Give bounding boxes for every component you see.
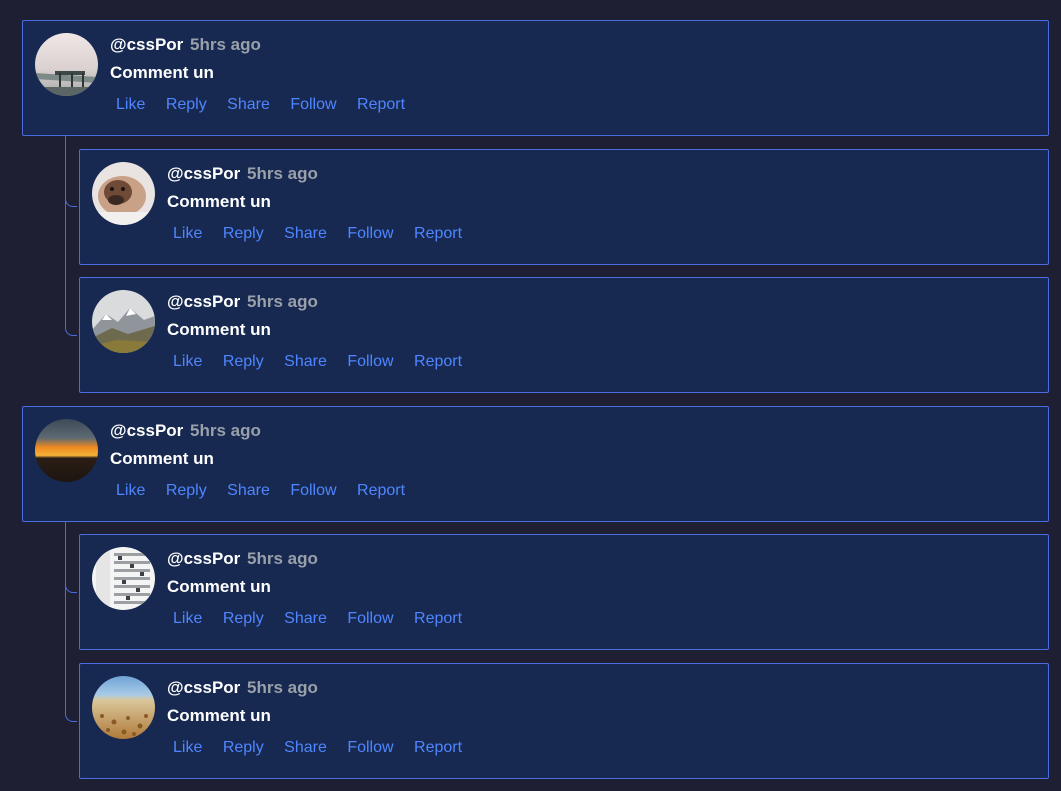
follow-link[interactable]: Follow [347, 353, 393, 370]
share-link[interactable]: Share [284, 225, 327, 242]
avatar-building-photo [92, 547, 155, 610]
reply-card: @cssPor 5hrs ago Comment un Like Reply S… [79, 534, 1049, 650]
avatar-sunset-photo [35, 419, 98, 482]
avatar[interactable] [92, 676, 155, 739]
comment-body: Comment un [110, 449, 214, 468]
report-link[interactable]: Report [414, 225, 462, 242]
comment-timestamp: 5hrs ago [247, 164, 318, 183]
comment-meta: @cssPor 5hrs ago [167, 549, 318, 569]
comment-card: @cssPor 5hrs ago Comment un Like Reply S… [22, 20, 1049, 136]
avatar-mountain-photo [92, 290, 155, 353]
reply-link[interactable]: Reply [223, 610, 264, 627]
avatar[interactable] [92, 162, 155, 225]
reply-link[interactable]: Reply [223, 353, 264, 370]
reply-link[interactable]: Reply [166, 96, 207, 113]
comment-body: Comment un [167, 577, 271, 596]
share-link[interactable]: Share [284, 739, 327, 756]
comment-timestamp: 5hrs ago [190, 35, 261, 54]
like-link[interactable]: Like [173, 225, 202, 242]
report-link[interactable]: Report [357, 482, 405, 499]
thread-connector-line [65, 521, 66, 713]
follow-link[interactable]: Follow [347, 739, 393, 756]
comment-author[interactable]: @cssPor [110, 35, 183, 54]
comment-timestamp: 5hrs ago [247, 292, 318, 311]
comment-author[interactable]: @cssPor [167, 678, 240, 697]
reply-link[interactable]: Reply [223, 739, 264, 756]
reply-card: @cssPor 5hrs ago Comment un Like Reply S… [79, 149, 1049, 265]
comment-timestamp: 5hrs ago [247, 678, 318, 697]
avatar[interactable] [92, 547, 155, 610]
report-link[interactable]: Report [414, 353, 462, 370]
thread-connector-line [65, 135, 66, 327]
comment-author[interactable]: @cssPor [167, 549, 240, 568]
report-link[interactable]: Report [414, 610, 462, 627]
comment-body: Comment un [167, 706, 271, 725]
avatar-pier-photo [35, 33, 98, 96]
comment-meta: @cssPor 5hrs ago [167, 678, 318, 698]
like-link[interactable]: Like [173, 739, 202, 756]
follow-link[interactable]: Follow [347, 610, 393, 627]
comment-body: Comment un [167, 192, 271, 211]
thread-connector-hook [65, 197, 77, 207]
comment-actions: Like Reply Share Follow Report [173, 224, 478, 244]
comment-author[interactable]: @cssPor [167, 164, 240, 183]
comment-actions: Like Reply Share Follow Report [116, 95, 421, 115]
comment-actions: Like Reply Share Follow Report [173, 609, 478, 629]
share-link[interactable]: Share [227, 96, 270, 113]
avatar[interactable] [35, 419, 98, 482]
comment-meta: @cssPor 5hrs ago [167, 292, 318, 312]
share-link[interactable]: Share [284, 353, 327, 370]
comment-meta: @cssPor 5hrs ago [110, 35, 261, 55]
follow-link[interactable]: Follow [290, 96, 336, 113]
avatar-dog-photo [92, 162, 155, 225]
thread-connector-hook [65, 583, 77, 593]
follow-link[interactable]: Follow [347, 225, 393, 242]
like-link[interactable]: Like [173, 353, 202, 370]
like-link[interactable]: Like [173, 610, 202, 627]
report-link[interactable]: Report [414, 739, 462, 756]
reply-card: @cssPor 5hrs ago Comment un Like Reply S… [79, 663, 1049, 779]
avatar-beach-photo [92, 676, 155, 739]
thread-connector-hook [65, 326, 77, 336]
comment-author[interactable]: @cssPor [167, 292, 240, 311]
thread-connector-hook [65, 712, 77, 722]
comment-thread: @cssPor 5hrs ago Comment un Like Reply S… [0, 0, 1061, 791]
reply-link[interactable]: Reply [223, 225, 264, 242]
reply-link[interactable]: Reply [166, 482, 207, 499]
report-link[interactable]: Report [357, 96, 405, 113]
comment-body: Comment un [167, 320, 271, 339]
comment-card: @cssPor 5hrs ago Comment un Like Reply S… [22, 406, 1049, 522]
comment-actions: Like Reply Share Follow Report [116, 481, 421, 501]
reply-card: @cssPor 5hrs ago Comment un Like Reply S… [79, 277, 1049, 393]
share-link[interactable]: Share [284, 610, 327, 627]
comment-meta: @cssPor 5hrs ago [167, 164, 318, 184]
comment-meta: @cssPor 5hrs ago [110, 421, 261, 441]
follow-link[interactable]: Follow [290, 482, 336, 499]
share-link[interactable]: Share [227, 482, 270, 499]
comment-actions: Like Reply Share Follow Report [173, 352, 478, 372]
avatar[interactable] [92, 290, 155, 353]
comment-timestamp: 5hrs ago [247, 549, 318, 568]
like-link[interactable]: Like [116, 482, 145, 499]
avatar[interactable] [35, 33, 98, 96]
comment-author[interactable]: @cssPor [110, 421, 183, 440]
comment-body: Comment un [110, 63, 214, 82]
like-link[interactable]: Like [116, 96, 145, 113]
comment-actions: Like Reply Share Follow Report [173, 738, 478, 758]
comment-timestamp: 5hrs ago [190, 421, 261, 440]
